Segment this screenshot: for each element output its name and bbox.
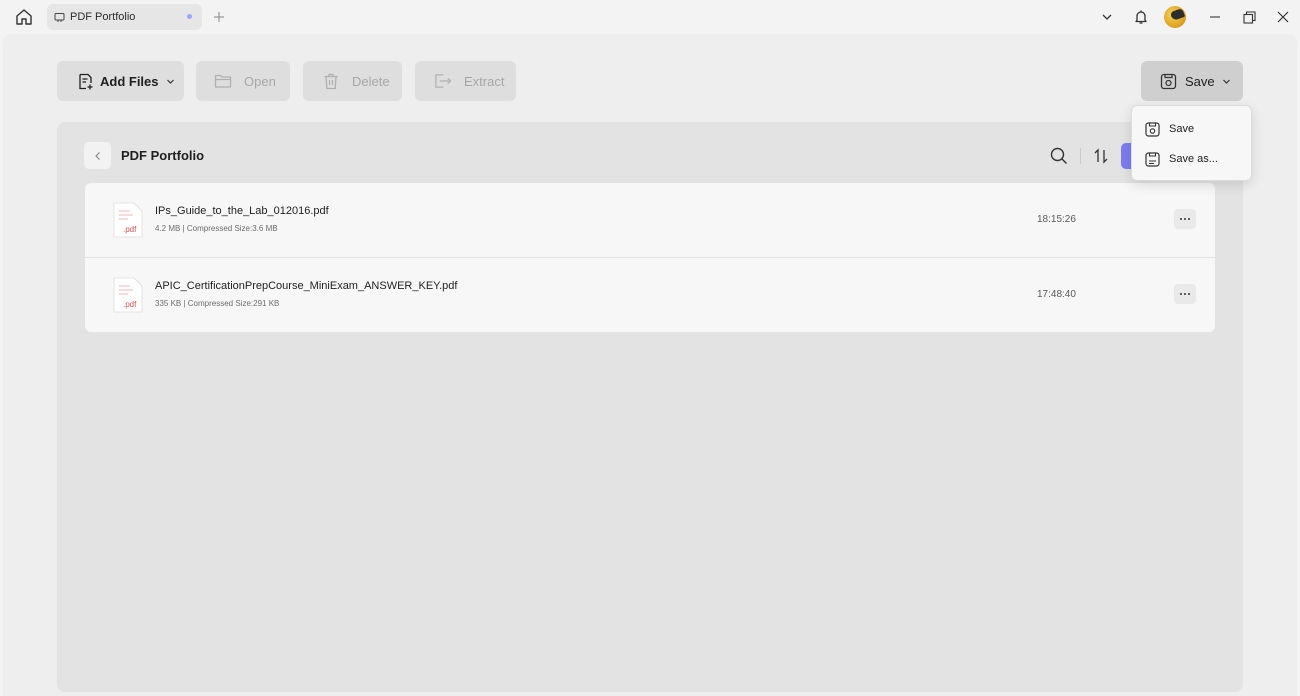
search-button[interactable]: [1048, 145, 1070, 167]
pdf-file-icon: .pdf: [113, 277, 143, 313]
sort-button[interactable]: [1090, 145, 1112, 167]
restore-icon: [1242, 10, 1256, 24]
add-file-icon: [76, 72, 94, 90]
more-icon: [1180, 218, 1190, 220]
restore-button[interactable]: [1238, 6, 1260, 28]
home-icon: [16, 9, 32, 25]
save-menu: Save Save as...: [1131, 105, 1252, 181]
menu-item-label: Save: [1169, 123, 1195, 135]
notifications-button[interactable]: [1130, 6, 1152, 28]
menu-item-save[interactable]: Save: [1132, 114, 1251, 144]
more-options-button[interactable]: [1174, 284, 1196, 304]
pdf-file-icon: .pdf: [113, 202, 143, 238]
delete-label: Delete: [352, 73, 390, 89]
bell-icon: [1135, 10, 1147, 24]
file-time: 18:15:26: [1037, 214, 1076, 225]
save-icon: [1159, 72, 1177, 90]
chevron-down-icon: [166, 77, 175, 86]
home-button[interactable]: [12, 6, 36, 28]
save-as-icon: [1144, 151, 1160, 167]
open-label: Open: [244, 73, 276, 89]
title-bar: PDF Portfolio: [0, 0, 1300, 34]
save-icon: [1144, 121, 1160, 137]
svg-text:.pdf: .pdf: [123, 225, 137, 234]
chevron-down-icon: [1102, 14, 1112, 20]
tabs-dropdown-button[interactable]: [1096, 6, 1118, 28]
chevron-down-icon: [1222, 77, 1231, 86]
save-button[interactable]: Save: [1141, 61, 1243, 101]
extract-label: Extract: [464, 73, 505, 89]
back-button[interactable]: [84, 142, 111, 169]
page-title: PDF Portfolio: [121, 148, 205, 163]
file-size: 335 KB | Compressed Size:291 KB: [155, 299, 280, 308]
search-icon: [1050, 147, 1067, 164]
extract-icon: [434, 72, 452, 90]
close-icon: [1277, 11, 1289, 23]
minimize-icon: [1210, 16, 1220, 18]
tab-label: PDF Portfolio: [70, 11, 136, 23]
file-name: IPs_Guide_to_the_Lab_012016.pdf: [155, 205, 329, 217]
minimize-button[interactable]: [1204, 6, 1226, 28]
menu-item-label: Save as...: [1169, 153, 1218, 165]
toolbar-divider: [1080, 148, 1081, 164]
tab-pdf-portfolio[interactable]: PDF Portfolio: [47, 4, 202, 30]
document-icon: [54, 11, 66, 23]
file-name: APIC_CertificationPrepCourse_MiniExam_AN…: [155, 280, 458, 292]
unsaved-dot: [187, 14, 192, 19]
file-time: 17:48:40: [1037, 289, 1076, 300]
more-options-button[interactable]: [1174, 209, 1196, 229]
save-label: Save: [1185, 73, 1215, 89]
chevron-left-icon: [94, 151, 100, 160]
avatar[interactable]: [1164, 6, 1186, 28]
svg-text:.pdf: .pdf: [123, 300, 137, 309]
sort-icon: [1094, 148, 1108, 164]
new-tab-button[interactable]: [210, 8, 228, 26]
close-window-button[interactable]: [1272, 6, 1294, 28]
table-row[interactable]: .pdf APIC_CertificationPrepCourse_MiniEx…: [85, 257, 1215, 331]
delete-button[interactable]: Delete: [303, 61, 402, 101]
extract-button[interactable]: Extract: [415, 61, 516, 101]
file-list: .pdf IPs_Guide_to_the_Lab_012016.pdf 4.2…: [85, 183, 1215, 332]
trash-icon: [322, 72, 340, 90]
add-files-button[interactable]: Add Files: [57, 61, 184, 101]
open-button[interactable]: Open: [196, 61, 290, 101]
add-files-label: Add Files: [100, 73, 159, 89]
file-size: 4.2 MB | Compressed Size:3.6 MB: [155, 224, 278, 233]
table-row[interactable]: .pdf IPs_Guide_to_the_Lab_012016.pdf 4.2…: [85, 183, 1215, 257]
more-icon: [1180, 293, 1190, 295]
folder-icon: [214, 72, 232, 90]
plus-icon: [214, 12, 224, 22]
menu-item-save-as[interactable]: Save as...: [1132, 144, 1251, 174]
